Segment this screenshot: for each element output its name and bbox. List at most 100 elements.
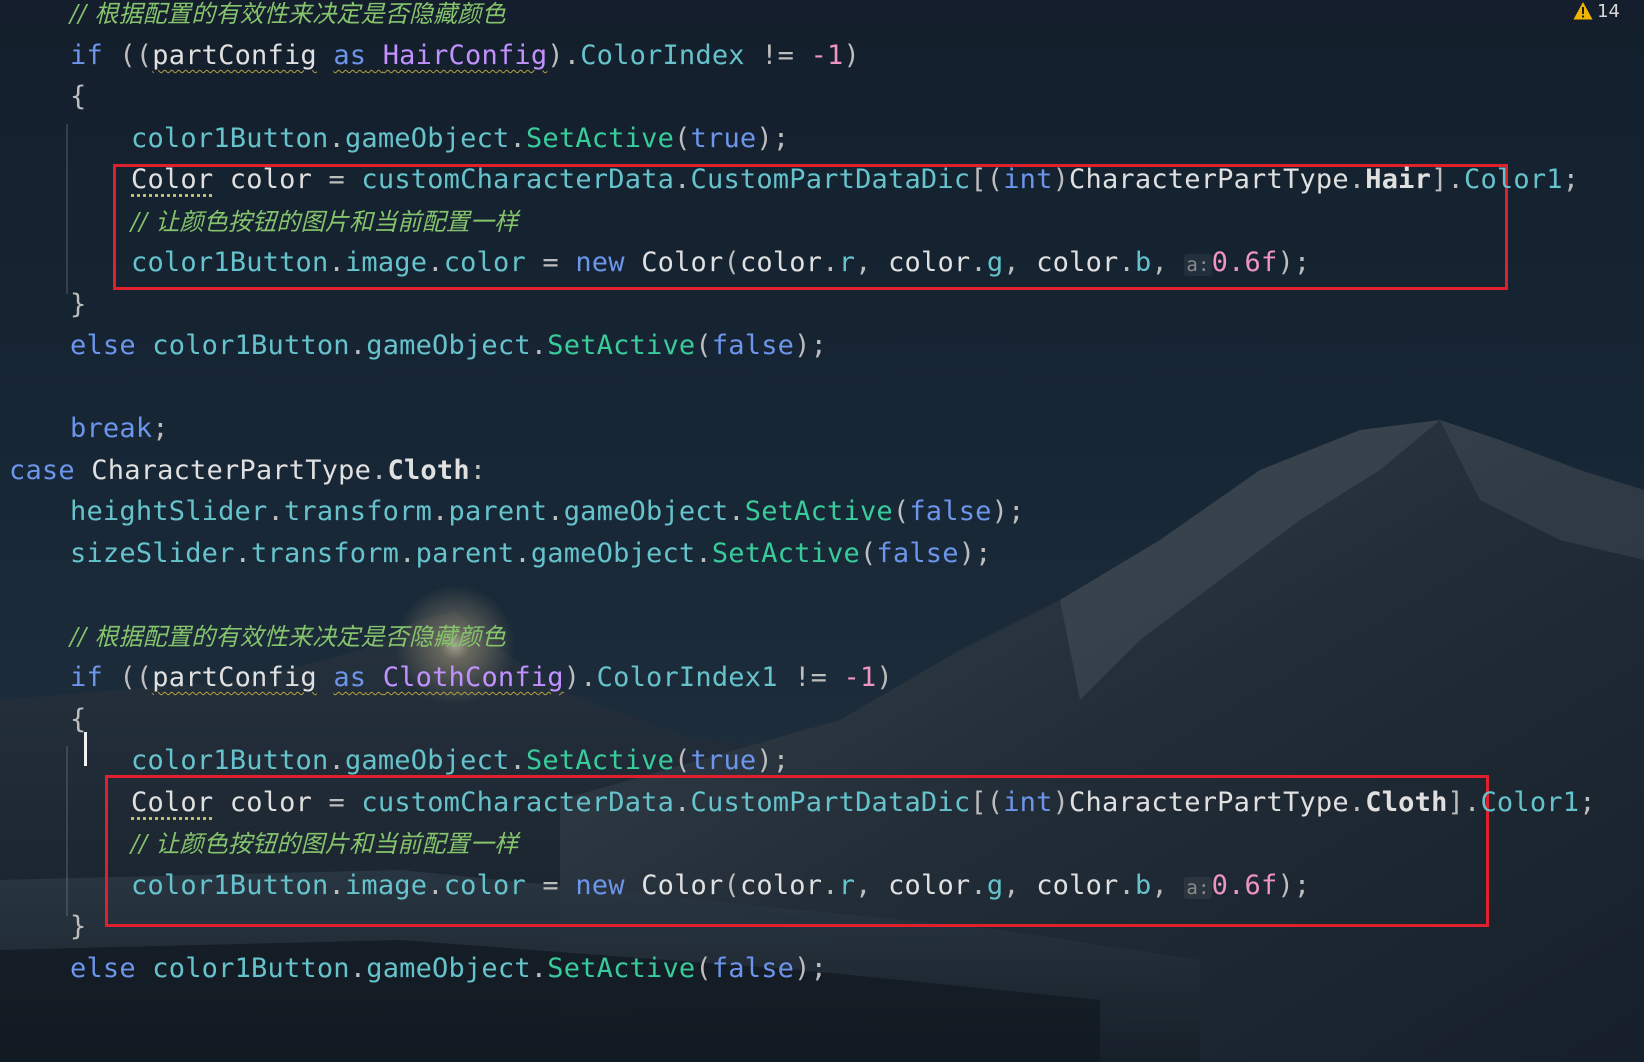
- code-token: ): [843, 40, 860, 71]
- code-token: Color: [131, 164, 214, 195]
- code-token: ,: [1003, 247, 1037, 278]
- code-token: image: [344, 870, 428, 901]
- code-token: .: [267, 496, 284, 527]
- code-token: color: [1036, 870, 1119, 901]
- code-token: heightSlider: [70, 496, 268, 527]
- code-token: SetActive: [711, 538, 860, 569]
- code-token: CustomPartDataDic: [690, 164, 971, 195]
- code-token: [(: [970, 787, 1004, 818]
- code-token: Color1: [1464, 164, 1563, 195]
- code-token: .: [427, 247, 444, 278]
- code-token: [(: [970, 164, 1004, 195]
- code-token: .: [695, 538, 712, 569]
- code-token: color: [443, 247, 526, 278]
- code-line[interactable]: Color color = customCharacterData.Custom…: [131, 158, 1579, 202]
- code-line[interactable]: case CharacterPartType.Cloth:: [9, 449, 486, 493]
- code-token: .: [432, 496, 449, 527]
- code-token: (: [723, 870, 740, 901]
- code-token: .: [328, 745, 345, 776]
- code-editor[interactable]: 14 // 根据配置的有效性来决定是否隐藏颜色 if ((partConfig a…: [0, 0, 1644, 1062]
- code-token: parent: [448, 496, 548, 527]
- code-token: sizeSlider: [70, 538, 235, 569]
- code-token: color1Button: [131, 745, 329, 776]
- code-token: SetActive: [525, 745, 675, 776]
- code-token: .: [328, 870, 345, 901]
- code-token: ,: [1151, 870, 1185, 901]
- code-line[interactable]: if ((partConfig as HairConfig).ColorInde…: [70, 34, 860, 78]
- code-token: (: [723, 247, 740, 278]
- code-token: SetActive: [547, 953, 696, 984]
- code-token: color: [888, 247, 971, 278]
- code-line[interactable]: // 根据配置的有效性来决定是否隐藏颜色: [70, 0, 506, 36]
- code-token: );: [794, 953, 828, 984]
- code-token: );: [1277, 870, 1311, 901]
- parameter-hint: a:: [1184, 254, 1212, 276]
- code-token: false: [711, 953, 795, 984]
- code-line[interactable]: }: [70, 905, 86, 949]
- code-line[interactable]: sizeSlider.transform.parent.gameObject.S…: [70, 532, 992, 576]
- code-line[interactable]: // 让颜色按钮的图片和当前配置一样: [131, 200, 518, 244]
- code-token: .: [1348, 787, 1366, 818]
- code-token: r: [838, 870, 856, 901]
- code-token: .: [970, 870, 987, 901]
- code-line[interactable]: color1Button.gameObject.SetActive(true);: [131, 739, 789, 783]
- code-line[interactable]: color1Button.image.color = new Color(col…: [131, 864, 1310, 908]
- code-token: {: [70, 81, 87, 112]
- problems-indicator[interactable]: 14: [1573, 0, 1634, 22]
- code-token: =: [525, 870, 576, 901]
- code-token: );: [756, 123, 790, 154]
- code-token: ;: [1562, 164, 1580, 195]
- code-token: Color: [131, 787, 214, 818]
- code-line[interactable]: color1Button.image.color = new Color(col…: [131, 241, 1310, 285]
- code-line[interactable]: if ((partConfig as ClothConfig).ColorInd…: [70, 656, 893, 700]
- code-token: true: [690, 745, 757, 776]
- code-token: ,: [855, 870, 889, 901]
- code-line[interactable]: else color1Button.gameObject.SetActive(f…: [70, 947, 827, 991]
- code-token: }: [70, 911, 87, 942]
- code-line[interactable]: {: [70, 75, 86, 119]
- code-line[interactable]: color1Button.gameObject.SetActive(true);: [131, 117, 789, 161]
- code-token: parent: [415, 538, 515, 569]
- code-token: color: [443, 870, 526, 901]
- code-token: gameObject: [344, 123, 510, 154]
- code-token: gameObject: [344, 745, 510, 776]
- code-token: case: [9, 455, 75, 486]
- code-token: );: [1277, 247, 1311, 278]
- code-line[interactable]: }: [70, 283, 86, 327]
- code-token: int: [1003, 787, 1053, 818]
- code-token: ].: [1447, 787, 1481, 818]
- code-token: );: [991, 496, 1025, 527]
- code-token: color1Button: [131, 123, 329, 154]
- code-token: CustomPartDataDic: [690, 787, 971, 818]
- code-token: color1Button: [152, 330, 350, 361]
- code-token: .: [674, 787, 691, 818]
- code-token: partConfig: [152, 40, 317, 71]
- code-line[interactable]: {: [70, 698, 86, 742]
- code-token: =: [312, 164, 362, 195]
- code-line[interactable]: // 根据配置的有效性来决定是否隐藏颜色: [70, 615, 506, 659]
- code-token: gameObject: [366, 330, 531, 361]
- code-line[interactable]: else color1Button.gameObject.SetActive(f…: [70, 324, 827, 368]
- code-line[interactable]: break;: [70, 407, 169, 451]
- code-token: .: [328, 247, 345, 278]
- code-token: ((: [102, 40, 153, 71]
- code-line[interactable]: Color color = customCharacterData.Custom…: [131, 781, 1596, 825]
- code-line[interactable]: heightSlider.transform.parent.gameObject…: [70, 490, 1025, 534]
- code-token: color1Button: [131, 870, 329, 901]
- code-token: .: [509, 745, 526, 776]
- code-token: .: [1118, 870, 1135, 901]
- code-token: .: [514, 538, 531, 569]
- code-line[interactable]: // 让颜色按钮的图片和当前配置一样: [131, 822, 518, 866]
- code-token: SetActive: [744, 496, 893, 527]
- warning-triangle-icon: [1573, 2, 1593, 20]
- parameter-hint: a:: [1184, 877, 1212, 899]
- code-token: as: [333, 662, 367, 693]
- code-token: new: [575, 870, 625, 901]
- code-token: .: [399, 538, 416, 569]
- code-token: ;: [152, 413, 169, 444]
